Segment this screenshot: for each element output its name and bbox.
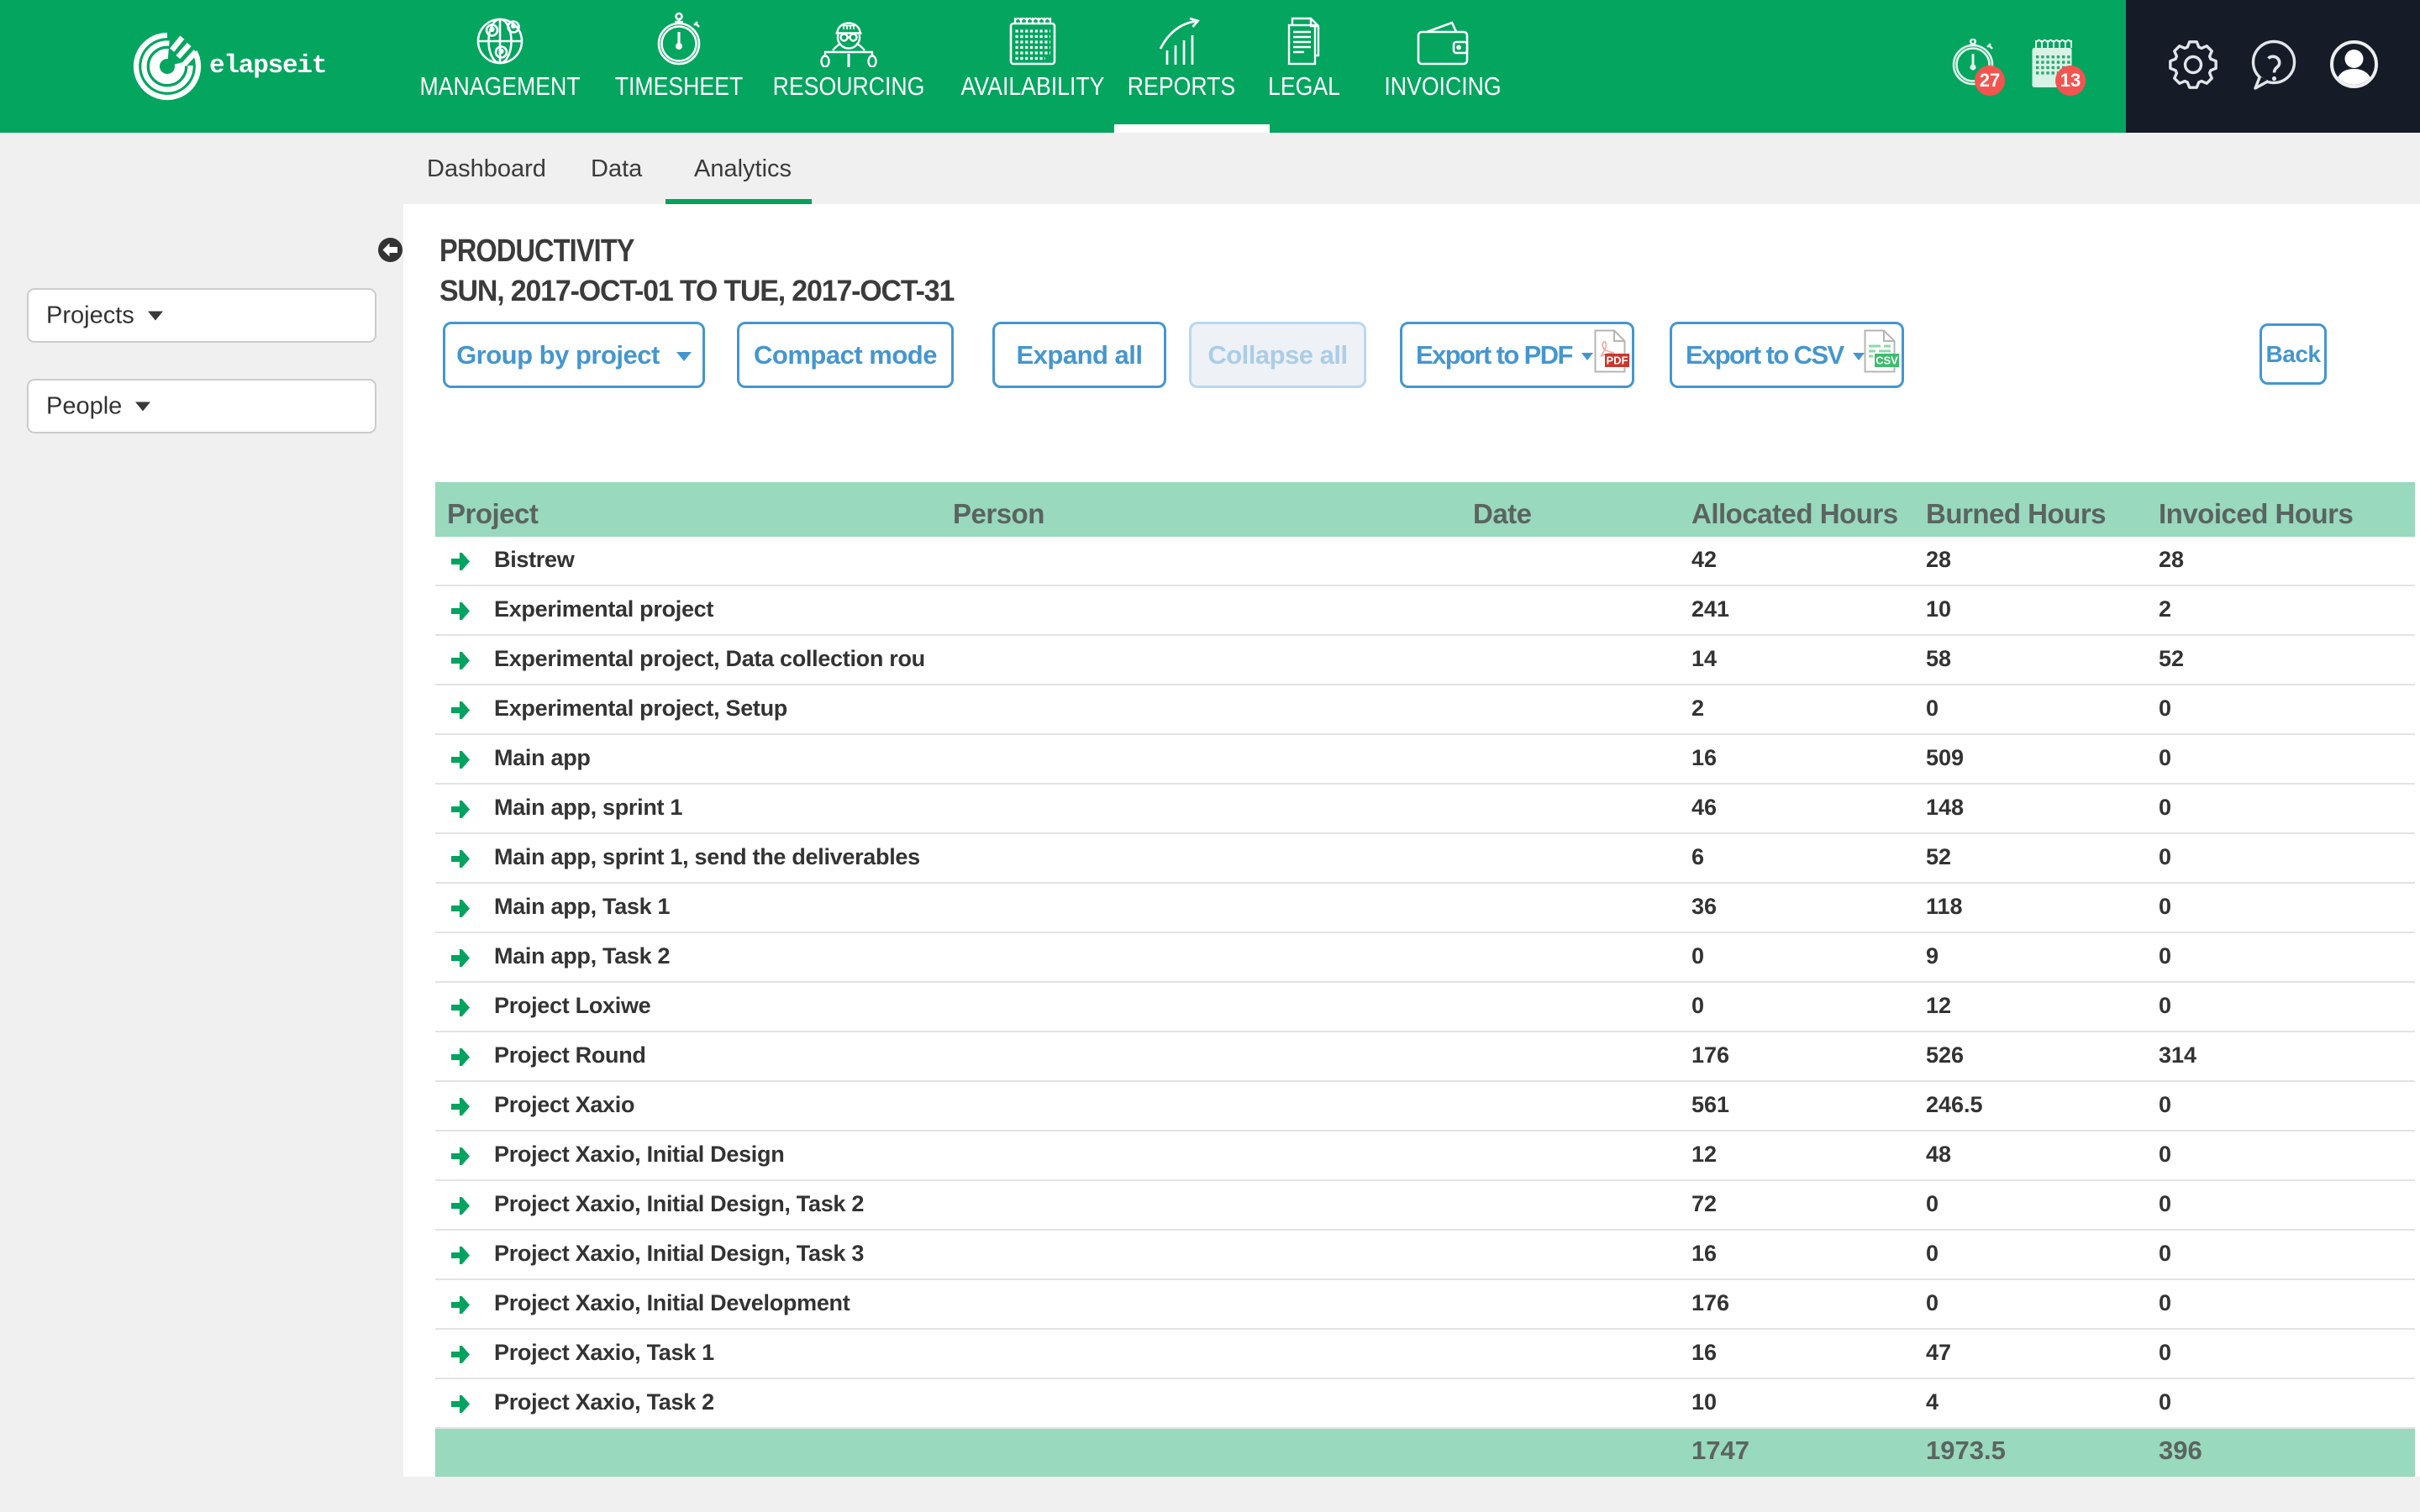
svg-text:CSV: CSV (1876, 354, 1898, 367)
svg-text:PDF: PDF (1607, 354, 1628, 367)
